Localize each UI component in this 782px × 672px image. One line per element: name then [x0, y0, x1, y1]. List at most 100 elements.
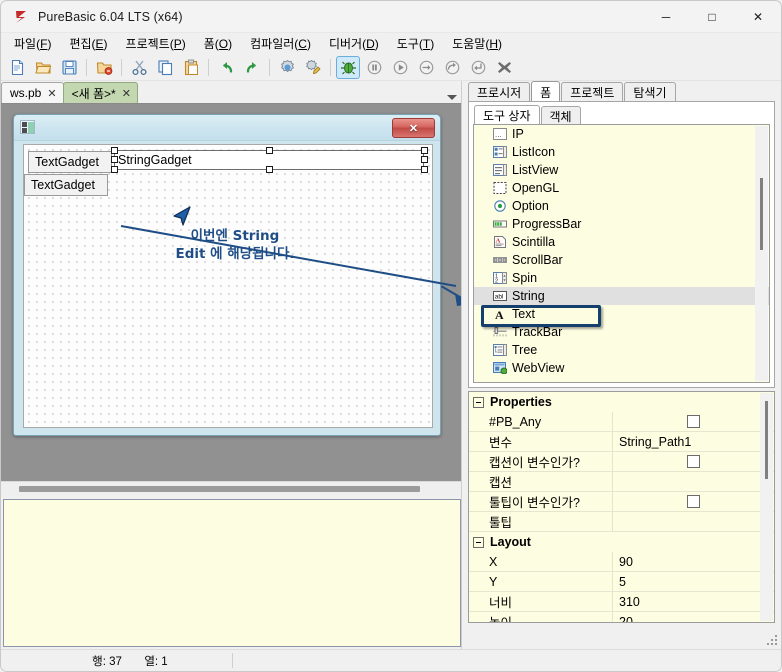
selection-handle-se[interactable]	[421, 166, 428, 173]
compile-options-icon[interactable]	[301, 56, 325, 79]
paste-icon[interactable]	[179, 56, 203, 79]
close-button[interactable]: ✕	[735, 1, 781, 33]
property-row-width[interactable]: 너비 310	[469, 592, 774, 612]
form-gadget-text-1[interactable]: TextGadget	[28, 151, 112, 173]
cut-icon[interactable]	[127, 56, 151, 79]
toolbox-item-scintilla[interactable]: A Scintilla	[474, 233, 769, 251]
selection-handle-ne[interactable]	[421, 147, 428, 154]
property-value[interactable]: 90	[613, 552, 774, 571]
tab-procedures[interactable]: 프로시저	[468, 82, 531, 102]
undo-icon[interactable]	[214, 56, 238, 79]
property-group-properties[interactable]: Properties	[469, 392, 774, 412]
property-value[interactable]	[613, 492, 774, 511]
resize-grip[interactable]	[766, 634, 779, 647]
property-row-height[interactable]: 높이 20	[469, 612, 774, 623]
property-row-caption-is-variable[interactable]: 캡션이 변수인가?	[469, 452, 774, 472]
tab-explorer[interactable]: 탐색기	[624, 82, 676, 102]
editor-tab-new-form[interactable]: <새 폼>* ✕	[62, 82, 138, 103]
selection-handle-e[interactable]	[421, 156, 428, 163]
selection-handle-w[interactable]	[111, 156, 118, 163]
property-row-y[interactable]: Y 5	[469, 572, 774, 592]
toolbox-item-text[interactable]: A Text	[474, 305, 769, 323]
minimize-button[interactable]: ─	[643, 1, 689, 33]
form-designer-canvas[interactable]: ✕ TextGadget TextGadget StringGadget 이번엔…	[1, 103, 463, 481]
selection-handle-s[interactable]	[266, 166, 273, 173]
menu-debugger[interactable]: 디버거(D)	[320, 33, 388, 55]
property-row-tooltip[interactable]: 툴팁	[469, 512, 774, 532]
close-icon[interactable]: ✕	[122, 87, 131, 100]
stop-icon[interactable]	[492, 56, 516, 79]
toolbox-item-opengl[interactable]: OpenGL	[474, 179, 769, 197]
step-out-icon[interactable]	[466, 56, 490, 79]
property-row-tooltip-is-variable[interactable]: 툴팁이 변수인가?	[469, 492, 774, 512]
property-grid-scrollbar[interactable]	[760, 393, 773, 621]
compile-icon[interactable]	[275, 56, 299, 79]
toolbox-scroll-thumb[interactable]	[760, 178, 763, 250]
property-group-layout[interactable]: Layout	[469, 532, 774, 552]
sub-tab-objects[interactable]: 객체	[540, 106, 581, 125]
property-value[interactable]: 5	[613, 572, 774, 591]
form-gadget-text-2[interactable]: TextGadget	[24, 174, 108, 196]
property-value[interactable]: 310	[613, 592, 774, 611]
maximize-button[interactable]: □	[689, 1, 735, 33]
property-value[interactable]	[613, 512, 774, 531]
toolbox-item-tree[interactable]: Tree	[474, 341, 769, 359]
toolbox-item-progressbar[interactable]: ProgressBar	[474, 215, 769, 233]
property-grid[interactable]: Properties #PB_Any 변수 String_Path1 캡션이 변…	[468, 391, 775, 623]
collapse-icon[interactable]	[473, 536, 484, 548]
toolbox-item-ip[interactable]: ... IP	[474, 125, 769, 143]
horizontal-scroll-thumb[interactable]	[19, 486, 420, 492]
output-panel[interactable]	[3, 499, 461, 647]
step-icon[interactable]	[414, 56, 438, 79]
toolbox-item-webview[interactable]: WebView	[474, 359, 769, 377]
property-value[interactable]	[613, 452, 774, 471]
property-value[interactable]: String_Path1	[613, 432, 774, 451]
toolbox-item-listview[interactable]: ListView	[474, 161, 769, 179]
redo-icon[interactable]	[240, 56, 264, 79]
menu-compiler[interactable]: 컴파일러(C)	[241, 33, 320, 55]
toolbox-item-option[interactable]: Option	[474, 197, 769, 215]
step-over-icon[interactable]	[440, 56, 464, 79]
designed-form-window[interactable]: ✕ TextGadget TextGadget StringGadget 이번엔…	[13, 114, 441, 436]
menu-form[interactable]: 폼(O)	[195, 33, 241, 55]
property-value[interactable]	[613, 412, 774, 431]
designer-horizontal-scrollbar[interactable]	[1, 481, 463, 497]
toolbox-item-spin[interactable]: 12 Spin	[474, 269, 769, 287]
property-row-variable[interactable]: 변수 String_Path1	[469, 432, 774, 452]
menu-tools[interactable]: 도구(T)	[388, 33, 443, 55]
property-grid-scroll-thumb[interactable]	[765, 401, 768, 479]
open-file-icon[interactable]	[31, 56, 55, 79]
collapse-icon[interactable]	[473, 396, 484, 408]
chevron-down-icon[interactable]	[447, 95, 457, 100]
editor-tab-ws-pb[interactable]: ws.pb ✕	[1, 82, 64, 103]
tab-form[interactable]: 폼	[531, 81, 561, 102]
property-row-caption[interactable]: 캡션	[469, 472, 774, 492]
debug-run-icon[interactable]	[336, 55, 360, 79]
continue-icon[interactable]	[388, 56, 412, 79]
menu-file[interactable]: 파일(F)	[5, 33, 60, 55]
property-row-pb-any[interactable]: #PB_Any	[469, 412, 774, 432]
toolbox-item-listicon[interactable]: ListIcon	[474, 143, 769, 161]
property-value[interactable]	[613, 472, 774, 491]
form-close-button[interactable]: ✕	[392, 118, 435, 138]
new-file-icon[interactable]	[5, 56, 29, 79]
pause-icon[interactable]	[362, 56, 386, 79]
tab-project[interactable]: 프로젝트	[561, 82, 624, 102]
checkbox-pb-any[interactable]	[687, 415, 700, 428]
save-file-icon[interactable]	[57, 56, 81, 79]
menu-help[interactable]: 도움말(H)	[443, 33, 511, 55]
toolbox-scrollbar[interactable]	[755, 126, 768, 381]
close-file-icon[interactable]	[92, 56, 116, 79]
toolbox-item-string[interactable]: abl String	[474, 287, 769, 305]
property-value[interactable]: 20	[613, 612, 774, 623]
selection-handle-n[interactable]	[266, 147, 273, 154]
selection-handle-sw[interactable]	[111, 166, 118, 173]
toolbox-item-scrollbar[interactable]: ScrollBar	[474, 251, 769, 269]
copy-icon[interactable]	[153, 56, 177, 79]
sub-tab-toolbox[interactable]: 도구 상자	[474, 105, 540, 125]
toolbox-item-trackbar[interactable]: TrackBar	[474, 323, 769, 341]
toolbox-list[interactable]: ... IP ListIcon ListView OpenGL Option P…	[473, 124, 770, 383]
checkbox-caption-is-variable[interactable]	[687, 455, 700, 468]
selection-handle-nw[interactable]	[111, 147, 118, 154]
close-icon[interactable]: ✕	[47, 87, 56, 100]
